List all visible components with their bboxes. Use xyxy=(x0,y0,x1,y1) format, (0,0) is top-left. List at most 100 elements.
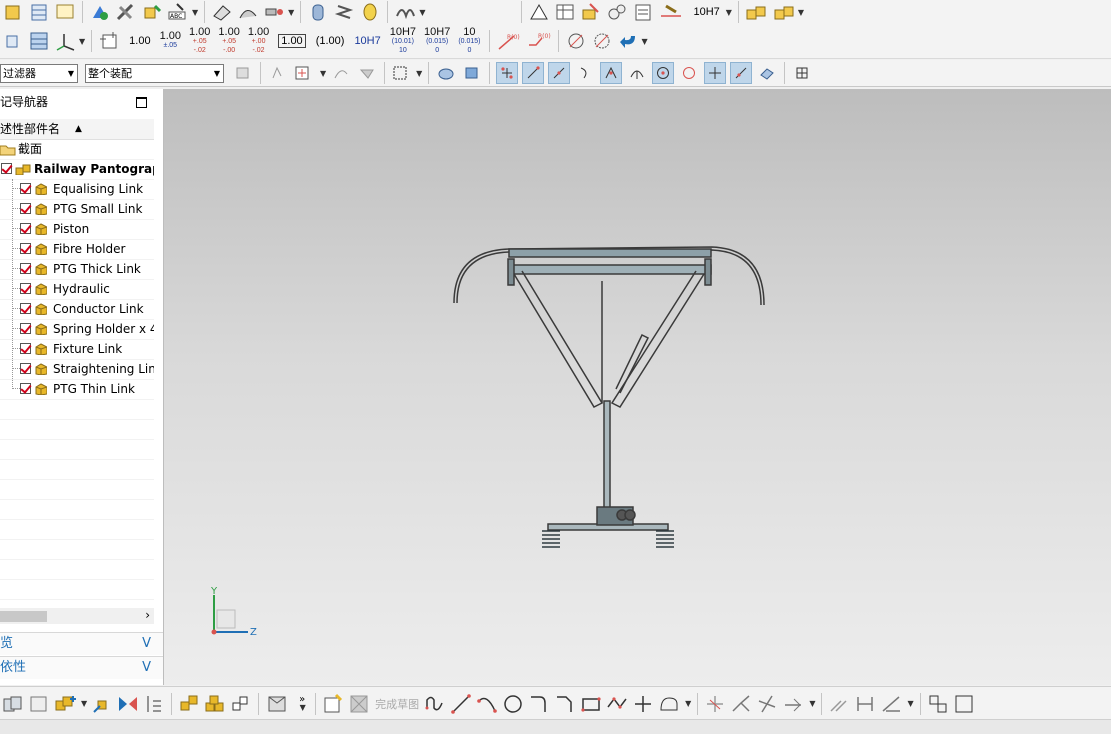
snap-line-icon[interactable] xyxy=(522,62,545,84)
visibility-checkbox[interactable] xyxy=(20,223,31,234)
tree-part-row[interactable]: PTG Thick Link xyxy=(0,259,154,280)
line-icon[interactable] xyxy=(450,693,472,715)
drawing-icon[interactable] xyxy=(265,693,291,715)
snap-midpoint-icon[interactable] xyxy=(548,62,571,84)
visibility-checkbox[interactable] xyxy=(20,303,31,314)
cube-icon[interactable] xyxy=(2,1,24,23)
preview-panel-header[interactable]: 览V xyxy=(0,632,163,655)
box-select-icon[interactable]: ▼ xyxy=(391,62,422,84)
chevron-down-icon[interactable]: ▼ xyxy=(300,703,306,712)
convert-reference-icon[interactable] xyxy=(927,693,949,715)
move-curve-icon[interactable]: ▼ xyxy=(782,693,815,715)
snap-arc-icon[interactable] xyxy=(626,62,648,84)
fit-dropdown[interactable]: 10H7 ▼ xyxy=(688,1,731,23)
dim-reference[interactable]: (1.00) xyxy=(316,35,345,47)
assembly-arrow-icon[interactable] xyxy=(89,1,111,23)
dim-tol-upper[interactable]: 1.00 +.05 -.00 xyxy=(218,26,239,55)
chevron-down-icon[interactable]: ▼ xyxy=(288,8,294,17)
tree-part-row[interactable]: Hydraulic xyxy=(0,279,154,300)
chevron-down-icon[interactable]: ▼ xyxy=(907,699,913,708)
sequence-icon[interactable] xyxy=(204,693,226,715)
tree-part-row[interactable]: Straightening Link xyxy=(0,359,154,380)
selection-filter-dropdown[interactable]: 过滤器 ▼ xyxy=(0,64,78,83)
chevron-down-icon[interactable]: ▼ xyxy=(416,69,422,78)
edit-component-icon[interactable] xyxy=(28,693,50,715)
fillet-icon[interactable] xyxy=(528,693,550,715)
polygon-icon[interactable] xyxy=(606,693,628,715)
chevron-down-icon[interactable]: ▼ xyxy=(726,8,732,17)
extend-icon[interactable] xyxy=(730,693,752,715)
table-icon[interactable] xyxy=(554,1,576,23)
diameter-alt-icon[interactable] xyxy=(591,30,613,52)
list-icon[interactable] xyxy=(2,30,24,52)
radius-dim-icon[interactable]: R(0) xyxy=(496,30,522,52)
chevron-down-icon[interactable]: ▼ xyxy=(685,699,691,708)
rectangle-icon[interactable] xyxy=(580,693,602,715)
wheel-icon[interactable] xyxy=(359,1,381,23)
abc-text-icon[interactable]: ABC ▼ xyxy=(167,1,198,23)
chevron-down-icon[interactable]: V xyxy=(142,657,151,679)
dim-tol-lower[interactable]: 1.00 +.00 -.02 xyxy=(248,26,269,55)
snap-quadrant-icon[interactable] xyxy=(678,62,700,84)
offset-curve-icon[interactable]: ▼ xyxy=(658,693,691,715)
chevron-down-icon[interactable]: ▼ xyxy=(419,8,425,17)
horizontal-scrollbar[interactable]: › xyxy=(0,608,154,624)
view-frame-icon[interactable] xyxy=(98,30,122,52)
visibility-checkbox[interactable] xyxy=(20,283,31,294)
wave-link-icon[interactable] xyxy=(230,693,252,715)
document-icon[interactable] xyxy=(632,1,654,23)
chamfer-icon[interactable] xyxy=(554,693,576,715)
point-icon[interactable] xyxy=(632,693,654,715)
sketch-plane-icon[interactable] xyxy=(211,1,233,23)
chevron-right-icon[interactable]: › xyxy=(145,608,150,622)
profile-icon[interactable] xyxy=(424,693,446,715)
visibility-checkbox[interactable] xyxy=(20,203,31,214)
snap-on-face-icon[interactable] xyxy=(756,62,778,84)
maximize-icon[interactable] xyxy=(136,97,147,108)
tree-part-row[interactable]: Fixture Link xyxy=(0,339,154,360)
visibility-checkbox[interactable] xyxy=(20,363,31,374)
add-component-icon[interactable]: ▼ xyxy=(54,693,87,715)
axis-triad-icon[interactable]: ▼ xyxy=(54,30,85,52)
fit-tolerance[interactable]: 10H7 (0.015) 0 xyxy=(424,26,450,55)
sketch-icon[interactable] xyxy=(322,693,344,715)
curve-rule-icon[interactable] xyxy=(330,62,352,84)
parts-icon[interactable] xyxy=(745,1,769,23)
chevron-down-icon[interactable]: ▼ xyxy=(79,37,85,46)
chevron-down-icon[interactable]: ▼ xyxy=(809,699,815,708)
assembly-cubes-icon[interactable] xyxy=(2,693,24,715)
undo-arrow-icon[interactable]: ▼ xyxy=(617,30,648,52)
fit-limits[interactable]: 10H7 (10.01) 10 xyxy=(390,26,416,55)
tree-part-row[interactable]: Fibre Holder xyxy=(0,239,154,260)
triangle-icon[interactable] xyxy=(528,1,550,23)
measure-icon[interactable]: ▼ xyxy=(263,1,294,23)
dim-basic[interactable]: 1.00 xyxy=(278,34,306,48)
visibility-checkbox[interactable] xyxy=(1,163,12,174)
toolbar-overflow[interactable]: » ▼ xyxy=(295,693,309,715)
snap-existing-point-icon[interactable] xyxy=(704,62,727,84)
move-component-icon[interactable] xyxy=(115,1,137,23)
trim-icon[interactable] xyxy=(704,693,726,715)
note-icon[interactable] xyxy=(54,1,76,23)
parts-add-icon[interactable]: ▼ xyxy=(773,1,804,23)
dim-tol-symmetric[interactable]: 1.00 ±.05 xyxy=(160,31,181,50)
datum-icon[interactable] xyxy=(580,1,602,23)
visibility-checkbox[interactable] xyxy=(20,323,31,334)
column-header[interactable]: 述性部件名 ▲ xyxy=(0,119,154,140)
visibility-checkbox[interactable] xyxy=(20,263,31,274)
visibility-checkbox[interactable] xyxy=(20,243,31,254)
scope-dropdown[interactable]: 整个装配 ▼ xyxy=(85,64,224,83)
face-rule-icon[interactable] xyxy=(356,62,378,84)
layer-grid-icon[interactable] xyxy=(28,30,50,52)
tree-part-row[interactable]: PTG Small Link xyxy=(0,199,154,220)
snap-center-icon[interactable] xyxy=(652,62,675,84)
visibility-checkbox[interactable] xyxy=(20,343,31,354)
select-add-icon[interactable] xyxy=(267,62,289,84)
snap-on-curve-icon[interactable] xyxy=(730,62,753,84)
visibility-checkbox[interactable] xyxy=(20,183,31,194)
cylinder-icon[interactable] xyxy=(307,1,329,23)
chevron-down-icon[interactable]: ▼ xyxy=(320,69,326,78)
tree-part-row[interactable]: PTG Thin Link xyxy=(0,379,154,400)
body-select-icon[interactable] xyxy=(461,62,483,84)
chevron-down-icon[interactable]: ▼ xyxy=(642,37,648,46)
